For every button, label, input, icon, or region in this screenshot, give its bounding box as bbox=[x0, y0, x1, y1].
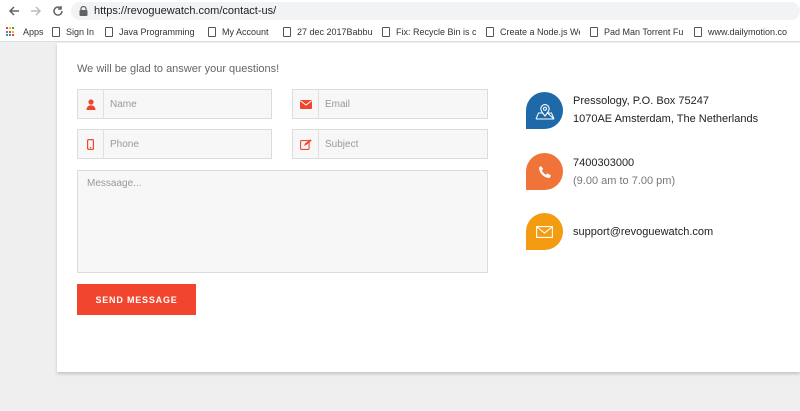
subject-placeholder: Subject bbox=[325, 138, 359, 150]
url-text: https://revoguewatch.com/contact-us/ bbox=[94, 5, 277, 17]
send-message-button[interactable]: SEND MESSAGE bbox=[77, 284, 196, 315]
mobile-phone-icon bbox=[78, 130, 104, 158]
page-icon bbox=[382, 27, 390, 37]
browser-toolbar: https://revoguewatch.com/contact-us/ bbox=[0, 0, 800, 22]
bookmark-item[interactable]: 27 dec 2017Babbu's bbox=[283, 22, 373, 41]
bookmark-item[interactable]: Pad Man Torrent Full bbox=[590, 22, 684, 41]
bookmark-item[interactable]: Create a Node.js Wel bbox=[486, 22, 580, 41]
email-field[interactable]: Email bbox=[292, 89, 488, 119]
contact-intro: We will be glad to answer your questions… bbox=[77, 63, 280, 75]
page-icon bbox=[590, 27, 598, 37]
page-icon bbox=[105, 27, 113, 37]
address-info: Pressology, P.O. Box 75247 1070AE Amster… bbox=[573, 92, 758, 128]
email-placeholder: Email bbox=[325, 98, 351, 110]
name-placeholder: Name bbox=[110, 98, 137, 110]
address-line-1: Pressology, P.O. Box 75247 bbox=[573, 95, 709, 107]
bookmarks-bar: Apps Sign In Java Programming La My Acco… bbox=[0, 22, 800, 42]
subject-field[interactable]: Subject bbox=[292, 129, 488, 159]
bookmark-item[interactable]: Java Programming La bbox=[105, 22, 195, 41]
back-icon[interactable] bbox=[6, 3, 22, 19]
user-icon bbox=[78, 90, 104, 118]
apps-grid-icon bbox=[6, 27, 16, 37]
page-icon bbox=[486, 27, 494, 37]
name-field[interactable]: Name bbox=[77, 89, 272, 119]
email-info: support@revoguewatch.com bbox=[573, 223, 713, 241]
phone-icon bbox=[526, 153, 563, 190]
envelope-icon bbox=[293, 90, 319, 118]
office-hours: (9.00 am to 7.00 pm) bbox=[573, 175, 676, 187]
phone-placeholder: Phone bbox=[110, 138, 139, 150]
bookmark-item[interactable]: My Account bbox=[208, 22, 269, 41]
bookmark-item[interactable]: Fix: Recycle Bin is cor bbox=[382, 22, 476, 41]
map-icon bbox=[526, 92, 563, 129]
page-icon bbox=[694, 27, 702, 37]
bookmark-apps[interactable]: Apps bbox=[6, 22, 44, 41]
page-icon bbox=[52, 27, 60, 37]
forward-icon[interactable] bbox=[28, 3, 44, 19]
edit-icon bbox=[293, 130, 319, 158]
envelope-icon bbox=[526, 213, 563, 250]
bookmark-item[interactable]: Sign In bbox=[52, 22, 94, 41]
lock-icon bbox=[79, 6, 88, 16]
phone-info: 7400303000 (9.00 am to 7.00 pm) bbox=[573, 154, 675, 190]
page-icon bbox=[283, 27, 291, 37]
phone-number: 7400303000 bbox=[573, 157, 635, 169]
reload-icon[interactable] bbox=[50, 3, 66, 19]
page-icon bbox=[208, 27, 216, 37]
address-bar[interactable]: https://revoguewatch.com/contact-us/ bbox=[71, 2, 800, 20]
address-line-2: 1070AE Amsterdam, The Netherlands bbox=[573, 113, 759, 125]
phone-field[interactable]: Phone bbox=[77, 129, 272, 159]
support-email[interactable]: support@revoguewatch.com bbox=[573, 223, 713, 241]
message-field[interactable]: Messaage... bbox=[77, 170, 488, 273]
bookmark-item[interactable]: www.dailymotion.co bbox=[694, 22, 787, 41]
